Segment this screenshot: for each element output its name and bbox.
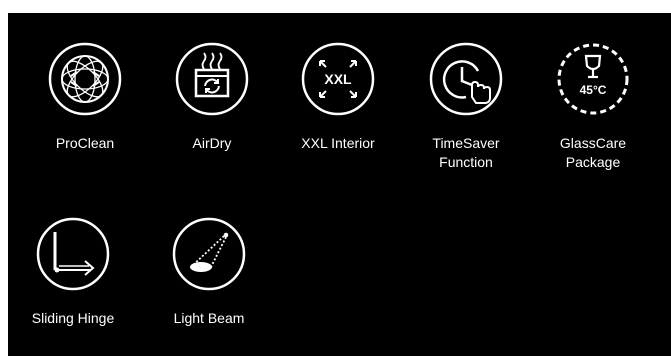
feature-label: Light Beam (173, 310, 245, 326)
features-panel: ProClean AirDry XXL XXL Interior TimeSav… (8, 13, 671, 356)
feature-label: Sliding Hinge (31, 310, 115, 326)
glasscare-icon-text: 45°C (580, 83, 607, 97)
xxl-interior-icon: XXL (300, 41, 376, 117)
feature-proclean: ProClean (20, 41, 150, 153)
feature-xxl-interior: XXL XXL Interior (273, 41, 403, 153)
light-beam-icon (171, 216, 247, 292)
feature-glasscare: 45°C GlassCare Package (528, 41, 658, 172)
feature-label: GlassCare Package (559, 135, 627, 170)
sliding-hinge-icon (35, 216, 111, 292)
feature-label: ProClean (55, 135, 115, 151)
feature-sliding-hinge: Sliding Hinge (8, 216, 138, 328)
proclean-icon (47, 41, 123, 117)
feature-timesaver: TimeSaver Function (401, 41, 531, 172)
xxl-icon-text: XXL (324, 71, 352, 87)
feature-label: TimeSaver Function (432, 135, 500, 170)
feature-light-beam: Light Beam (144, 216, 274, 328)
airdry-icon (174, 41, 250, 117)
glasscare-icon: 45°C (555, 41, 631, 117)
feature-label: AirDry (192, 135, 232, 151)
feature-airdry: AirDry (147, 41, 277, 153)
timesaver-icon (428, 41, 504, 117)
feature-label: XXL Interior (301, 135, 375, 151)
